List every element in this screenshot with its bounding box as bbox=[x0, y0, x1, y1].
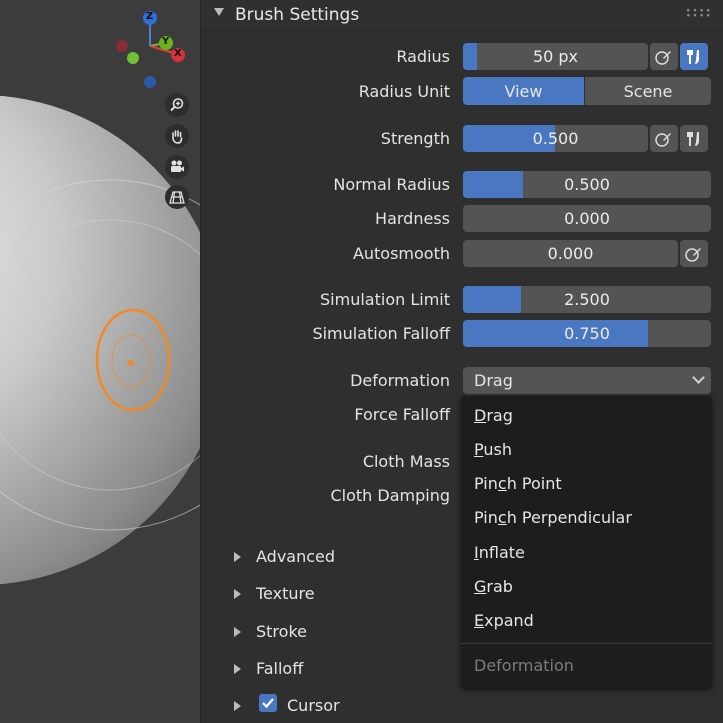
simulation-limit-label: Simulation Limit bbox=[320, 290, 450, 309]
gizmo-x-label: X bbox=[174, 48, 182, 59]
menu-item-pinch-perpendicular[interactable]: Pinch Perpendicular bbox=[474, 508, 632, 527]
radius-unit-view-button[interactable]: View bbox=[463, 77, 584, 105]
strength-value: 0.500 bbox=[532, 129, 579, 148]
pan-hand-icon[interactable] bbox=[165, 124, 189, 148]
radius-field[interactable]: 50 px bbox=[463, 43, 648, 70]
expand-arrow-icon bbox=[234, 627, 241, 637]
brush-cursor-dot bbox=[128, 360, 134, 366]
expand-arrow-icon bbox=[234, 701, 241, 711]
menu-item-expand[interactable]: Expand bbox=[474, 611, 534, 630]
menu-item-drag[interactable]: Drag bbox=[474, 406, 513, 425]
simulation-limit-field[interactable]: 2.500 bbox=[463, 286, 711, 313]
menu-item-inflate[interactable]: Inflate bbox=[474, 543, 525, 562]
grid-perspective-icon[interactable] bbox=[165, 185, 189, 209]
gizmo-y-label: Y bbox=[162, 36, 170, 47]
simulation-falloff-value: 0.750 bbox=[564, 324, 610, 343]
simulation-falloff-field[interactable]: 0.750 bbox=[463, 320, 711, 347]
autosmooth-pressure-icon[interactable] bbox=[680, 240, 708, 267]
gizmo-neg-y bbox=[127, 52, 139, 64]
menu-item-grab[interactable]: Grab bbox=[474, 577, 513, 596]
expand-arrow-icon bbox=[234, 589, 241, 599]
deformation-label: Deformation bbox=[350, 371, 450, 390]
normal-radius-field[interactable]: 0.500 bbox=[463, 171, 711, 198]
camera-icon[interactable] bbox=[165, 155, 189, 179]
radius-unit-scene-button[interactable]: Scene bbox=[585, 77, 711, 105]
gizmo-neg-z bbox=[144, 76, 156, 88]
zoom-icon[interactable] bbox=[165, 93, 189, 117]
strength-label: Strength bbox=[380, 129, 450, 148]
menu-item-pinch-point[interactable]: Pinch Point bbox=[474, 474, 562, 493]
subpanel-label: Cursor bbox=[287, 696, 340, 715]
normal-radius-label: Normal Radius bbox=[333, 175, 450, 194]
subpanel-label: Advanced bbox=[256, 547, 336, 566]
hardness-field[interactable]: 0.000 bbox=[463, 205, 711, 232]
gizmo-neg-x bbox=[116, 40, 128, 52]
cloth-mass-label: Cloth Mass bbox=[362, 452, 450, 471]
deformation-value: Drag bbox=[474, 371, 513, 390]
subpanel-label: Falloff bbox=[256, 659, 304, 678]
menu-title: Deformation bbox=[474, 656, 574, 675]
panel-header[interactable]: Brush Settings ∙∙∙∙ ∙∙∙∙ bbox=[201, 0, 723, 31]
simulation-limit-value: 2.500 bbox=[564, 290, 610, 309]
menu-item-push[interactable]: Push bbox=[474, 440, 512, 459]
pressure-icon[interactable] bbox=[650, 43, 678, 70]
radius-label: Radius bbox=[396, 47, 450, 66]
radius-unit-label: Radius Unit bbox=[358, 82, 450, 101]
subpanel-label: Stroke bbox=[256, 622, 307, 641]
strength-field[interactable]: 0.500 bbox=[463, 125, 648, 152]
hardness-value: 0.000 bbox=[564, 209, 610, 228]
deformation-dropdown[interactable]: Drag bbox=[463, 367, 711, 394]
deformation-menu: Drag Push Pinch Point Pinch Perpendicula… bbox=[461, 396, 712, 688]
cursor-enable-checkbox[interactable] bbox=[259, 694, 277, 712]
panel-title: Brush Settings bbox=[235, 5, 360, 25]
unified-radius-icon[interactable] bbox=[680, 43, 708, 70]
expand-arrow-icon bbox=[234, 552, 241, 562]
menu-separator bbox=[461, 643, 712, 644]
collapse-arrow-icon[interactable] bbox=[214, 8, 224, 16]
gizmo-z-label: Z bbox=[146, 11, 154, 22]
strength-pressure-icon[interactable] bbox=[650, 125, 678, 152]
autosmooth-label: Autosmooth bbox=[352, 244, 450, 263]
autosmooth-field[interactable]: 0.000 bbox=[463, 240, 678, 267]
force-falloff-label: Force Falloff bbox=[354, 405, 450, 424]
drag-grip-icon[interactable]: ∙∙∙∙ ∙∙∙∙ bbox=[685, 7, 712, 21]
checkmark-icon bbox=[262, 698, 274, 709]
3d-viewport[interactable]: Z Y X bbox=[0, 0, 200, 723]
expand-arrow-icon bbox=[234, 664, 241, 674]
brush-settings-panel: Brush Settings ∙∙∙∙ ∙∙∙∙ Radius 50 px Rad… bbox=[200, 0, 723, 723]
radius-value: 50 px bbox=[532, 47, 579, 66]
normal-radius-value: 0.500 bbox=[564, 175, 610, 194]
chevron-down-icon bbox=[692, 371, 705, 384]
cloth-damping-label: Cloth Damping bbox=[330, 486, 450, 505]
autosmooth-value: 0.000 bbox=[547, 244, 594, 263]
hardness-label: Hardness bbox=[375, 209, 450, 228]
unified-strength-icon[interactable] bbox=[680, 125, 708, 152]
simulation-falloff-label: Simulation Falloff bbox=[312, 324, 450, 343]
subpanel-label: Texture bbox=[256, 584, 315, 603]
